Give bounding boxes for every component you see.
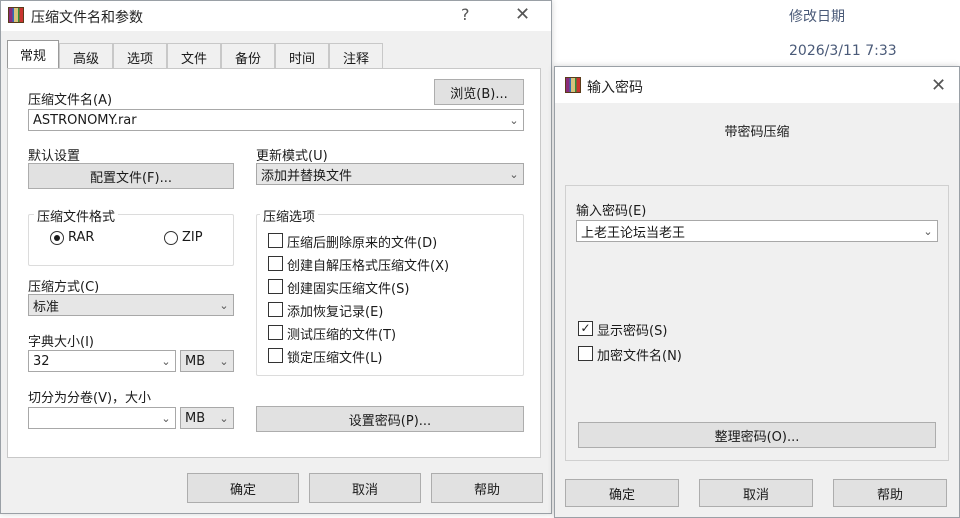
password-input[interactable]: 上老王论坛当老王 ⌄ [576, 220, 938, 242]
archive-dialog: 压缩文件名和参数 ? ✕ 常规 高级 选项 文件 备份 时间 注释 压缩文件名(… [0, 0, 552, 514]
compression-method-value: 标准 [33, 299, 60, 315]
chevron-down-icon[interactable]: ⌄ [505, 164, 523, 184]
split-unit-value: MB [185, 410, 206, 426]
dictionary-size-label: 字典大小(I) [28, 335, 94, 350]
winrar-icon [565, 77, 581, 93]
archive-format-group-title: 压缩文件格式 [34, 206, 119, 225]
tab-general[interactable]: 常规 [7, 40, 59, 70]
sfx-label[interactable]: 创建自解压格式压缩文件(X) [287, 255, 449, 274]
encrypt-filenames-label[interactable]: 加密文件名(N) [597, 345, 682, 364]
archive-dialog-titlebar: 压缩文件名和参数 ? ✕ [1, 1, 551, 31]
show-password-checkbox[interactable]: ✓ [578, 321, 593, 336]
solid-checkbox[interactable] [268, 279, 283, 294]
default-settings-label: 默认设置 [28, 149, 81, 164]
tab-advanced[interactable]: 高级 [59, 43, 113, 69]
password-dialog: 输入密码 ✕ 带密码压缩 输入密码(E) 上老王论坛当老王 ⌄ ✓ 显示密码(S… [554, 66, 960, 518]
dictionary-unit-select[interactable]: MB ⌄ [180, 350, 234, 372]
dictionary-size-value: 32 [33, 353, 50, 369]
tab-comment[interactable]: 注释 [329, 43, 383, 69]
help-icon[interactable]: ? [461, 5, 470, 24]
file-modified-date: 2026/3/11 7:33 [789, 43, 897, 59]
format-rar-radio[interactable] [50, 231, 64, 245]
general-tab-panel: 压缩文件名(A) 浏览(B)... ASTRONOMY.rar ⌄ 默认设置 配… [7, 68, 541, 458]
chevron-down-icon[interactable]: ⌄ [215, 351, 233, 371]
password-cancel-button[interactable]: 取消 [699, 479, 813, 507]
archive-name-value: ASTRONOMY.rar [33, 112, 137, 128]
password-help-button[interactable]: 帮助 [833, 479, 947, 507]
archive-name-label: 压缩文件名(A) [28, 93, 113, 108]
password-ok-button[interactable]: 确定 [565, 479, 679, 507]
chevron-down-icon[interactable]: ⌄ [215, 408, 233, 428]
password-subtitle: 带密码压缩 [724, 125, 790, 140]
password-panel: 输入密码(E) 上老王论坛当老王 ⌄ ✓ 显示密码(S) 加密文件名(N) 整理… [565, 185, 949, 461]
tab-files[interactable]: 文件 [167, 43, 221, 69]
chevron-down-icon[interactable]: ⌄ [157, 351, 175, 371]
split-volumes-label: 切分为分卷(V)，大小 [28, 391, 152, 406]
organize-passwords-button[interactable]: 整理密码(O)... [578, 422, 936, 448]
solid-label[interactable]: 创建固实压缩文件(S) [287, 278, 409, 297]
format-zip-label[interactable]: ZIP [182, 230, 203, 245]
update-mode-value: 添加并替换文件 [261, 168, 353, 184]
password-label: 输入密码(E) [576, 204, 647, 219]
lock-archive-label[interactable]: 锁定压缩文件(L) [287, 347, 382, 366]
lock-archive-checkbox[interactable] [268, 348, 283, 363]
archiving-options-group-title: 压缩选项 [260, 206, 319, 225]
test-files-checkbox[interactable] [268, 325, 283, 340]
recovery-record-label[interactable]: 添加恢复记录(E) [287, 301, 383, 320]
archive-dialog-title: 压缩文件名和参数 [31, 10, 143, 26]
ok-button[interactable]: 确定 [187, 473, 299, 503]
delete-after-label[interactable]: 压缩后删除原来的文件(D) [287, 232, 437, 251]
encrypt-filenames-checkbox[interactable] [578, 346, 593, 361]
cancel-button[interactable]: 取消 [309, 473, 421, 503]
compression-method-select[interactable]: 标准 ⌄ [28, 294, 234, 316]
password-dialog-titlebar: 输入密码 ✕ [555, 67, 959, 103]
password-value: 上老王论坛当老王 [581, 225, 686, 241]
profiles-button[interactable]: 配置文件(F)... [28, 163, 234, 189]
chevron-down-icon[interactable]: ⌄ [505, 110, 523, 130]
tab-backup[interactable]: 备份 [221, 43, 275, 69]
split-volumes-combo[interactable]: ⌄ [28, 407, 176, 429]
tab-time[interactable]: 时间 [275, 43, 329, 69]
column-header-modified-date[interactable]: 修改日期 [789, 6, 845, 26]
archive-name-combo[interactable]: ASTRONOMY.rar ⌄ [28, 109, 524, 131]
close-icon[interactable]: ✕ [515, 4, 530, 25]
update-mode-select[interactable]: 添加并替换文件 ⌄ [256, 163, 524, 185]
format-rar-label[interactable]: RAR [68, 230, 94, 245]
show-password-label[interactable]: 显示密码(S) [597, 320, 667, 339]
format-zip-radio[interactable] [164, 231, 178, 245]
recovery-record-checkbox[interactable] [268, 302, 283, 317]
update-mode-label: 更新模式(U) [256, 149, 328, 164]
test-files-label[interactable]: 测试压缩的文件(T) [287, 324, 396, 343]
chevron-down-icon[interactable]: ⌄ [157, 408, 175, 428]
compression-method-label: 压缩方式(C) [28, 280, 100, 295]
help-button[interactable]: 帮助 [431, 473, 543, 503]
chevron-down-icon[interactable]: ⌄ [215, 295, 233, 315]
dictionary-unit-value: MB [185, 353, 206, 369]
tab-options[interactable]: 选项 [113, 43, 167, 69]
browse-button[interactable]: 浏览(B)... [434, 79, 524, 105]
delete-after-checkbox[interactable] [268, 233, 283, 248]
split-unit-select[interactable]: MB ⌄ [180, 407, 234, 429]
sfx-checkbox[interactable] [268, 256, 283, 271]
dictionary-size-combo[interactable]: 32 ⌄ [28, 350, 176, 372]
password-dialog-title: 输入密码 [587, 80, 643, 96]
set-password-button[interactable]: 设置密码(P)... [256, 406, 524, 432]
chevron-down-icon[interactable]: ⌄ [919, 221, 937, 241]
close-icon[interactable]: ✕ [931, 75, 946, 96]
winrar-icon [8, 7, 24, 23]
